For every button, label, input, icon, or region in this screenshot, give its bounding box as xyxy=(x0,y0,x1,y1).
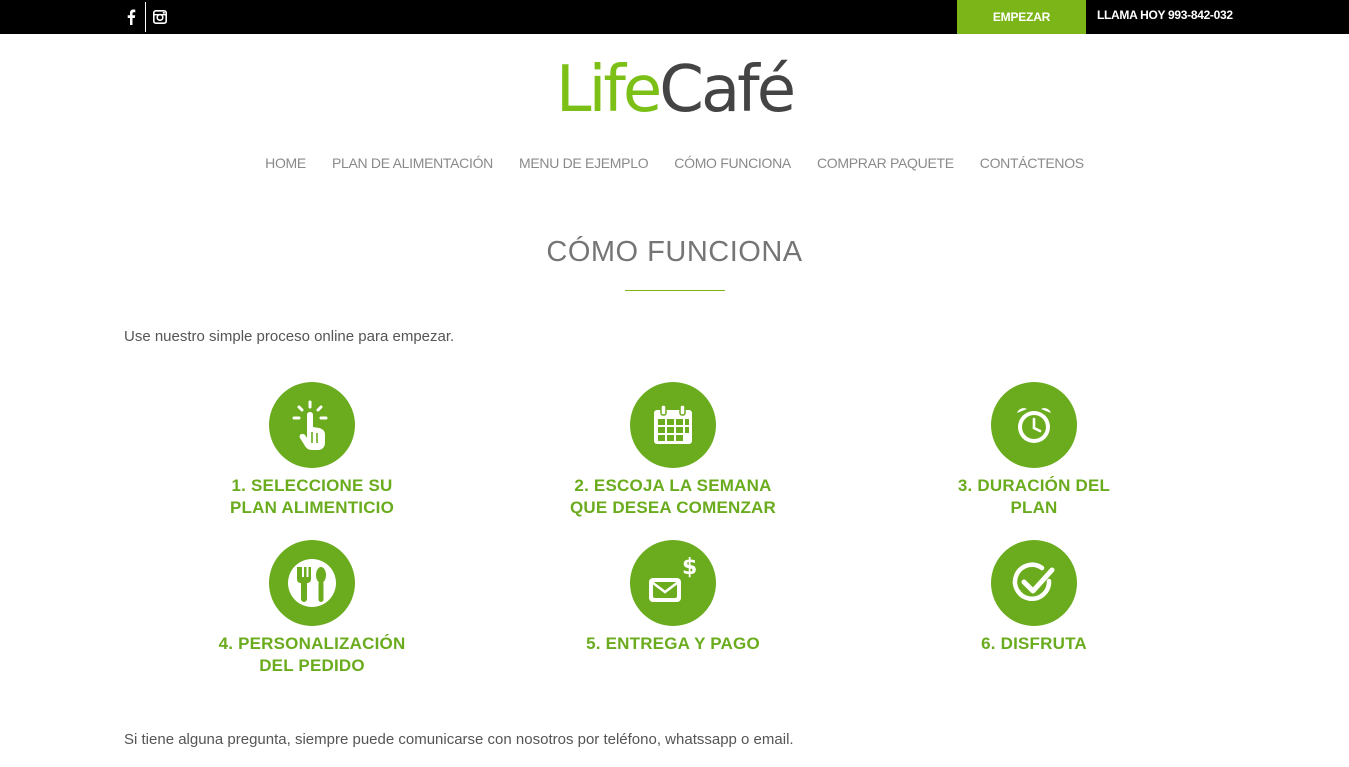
nav-item-how-it-works[interactable]: CÓMO FUNCIONA xyxy=(661,152,804,174)
instagram-icon[interactable] xyxy=(147,0,173,34)
logo-cafe: Café xyxy=(659,53,796,127)
check-circle-icon xyxy=(991,540,1077,626)
nav-item-home[interactable]: HOME xyxy=(252,152,319,174)
logo-life: Life xyxy=(555,53,662,127)
start-button[interactable]: EMPEZAR xyxy=(957,0,1086,34)
step-label: 1. SELECCIONE SU PLAN ALIMENTICIO xyxy=(229,476,395,517)
step-1: 1. SELECCIONE SU PLAN ALIMENTICIO xyxy=(182,382,442,519)
main-nav: HOME PLAN DE ALIMENTACIÓN MENU DE EJEMPL… xyxy=(0,152,1349,174)
calendar-icon xyxy=(630,382,716,468)
alarm-clock-icon xyxy=(991,382,1077,468)
plate-cutlery-icon xyxy=(269,540,355,626)
envelope-dollar-icon: $ xyxy=(630,540,716,626)
nav-item-buy-package[interactable]: COMPRAR PAQUETE xyxy=(804,152,967,174)
step-4: 4. PERSONALIZACIÓN DEL PEDIDO xyxy=(182,540,442,677)
phone-number: LLAMA HOY 993-842-032 xyxy=(1097,8,1233,22)
top-bar: EMPEZAR LLAMA HOY 993-842-032 xyxy=(0,0,1349,34)
nav-item-contact[interactable]: CONTÁCTENOS xyxy=(967,152,1097,174)
intro-text: Use nuestro simple proceso online para e… xyxy=(124,328,455,345)
tap-finger-icon xyxy=(269,382,355,468)
social-links xyxy=(118,0,173,34)
title-underline xyxy=(625,290,725,291)
step-label: 4. PERSONALIZACIÓN DEL PEDIDO xyxy=(218,634,406,675)
step-3: 3. DURACIÓN DEL PLAN xyxy=(904,382,1164,519)
step-5: $ 5. ENTREGA Y PAGO xyxy=(543,540,803,655)
social-divider xyxy=(145,2,146,32)
step-6: 6. DISFRUTA xyxy=(904,540,1164,655)
nav-item-meal-plan[interactable]: PLAN DE ALIMENTACIÓN xyxy=(319,152,506,174)
svg-text:$: $ xyxy=(682,556,697,580)
step-label: 2. ESCOJA LA SEMANA QUE DESEA COMENZAR xyxy=(569,476,777,517)
nav-item-sample-menu[interactable]: MENU DE EJEMPLO xyxy=(506,152,661,174)
step-label: 5. ENTREGA Y PAGO xyxy=(586,634,760,653)
facebook-icon[interactable] xyxy=(118,0,144,34)
step-label: 3. DURACIÓN DEL PLAN xyxy=(957,476,1111,517)
step-label: 6. DISFRUTA xyxy=(981,634,1087,653)
contact-note: Si tiene alguna pregunta, siempre puede … xyxy=(124,731,794,748)
site-logo[interactable]: LifeCafé xyxy=(0,50,1349,130)
step-2: 2. ESCOJA LA SEMANA QUE DESEA COMENZAR xyxy=(543,382,803,519)
page-title: CÓMO FUNCIONA xyxy=(546,236,803,268)
